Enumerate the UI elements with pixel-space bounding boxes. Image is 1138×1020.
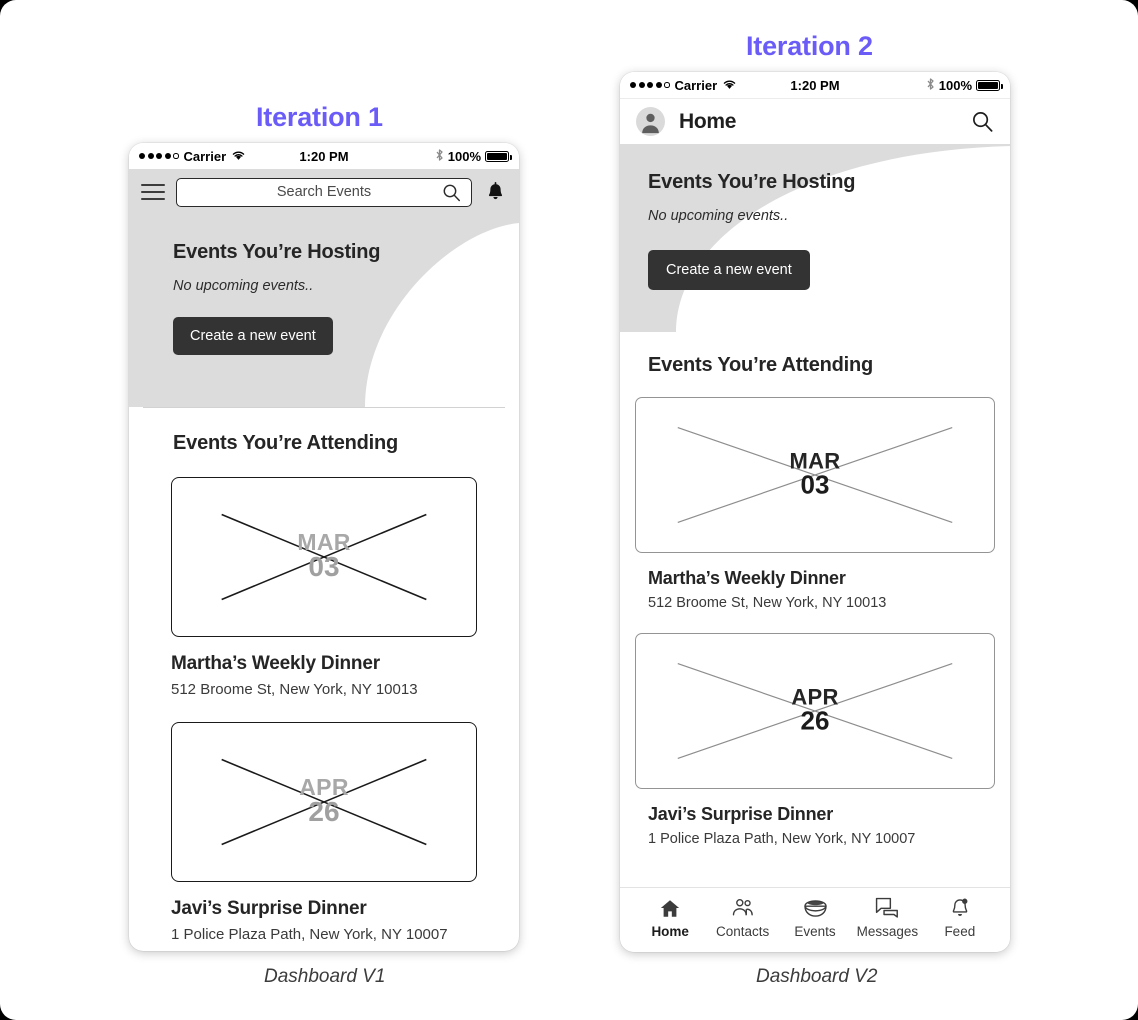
create-event-button[interactable]: Create a new event — [173, 317, 333, 355]
search-placeholder: Search Events — [276, 184, 372, 200]
wifi-icon — [722, 78, 737, 93]
hosting-empty-text: No upcoming events.. — [648, 208, 789, 224]
tab-label: Feed — [944, 924, 976, 939]
event-title: Martha’s Weekly Dinner — [171, 653, 380, 674]
event-list-item[interactable]: MAR 03 Martha’s Weekly Dinner 512 Broome… — [129, 477, 519, 698]
event-title: Javi’s Surprise Dinner — [648, 804, 834, 824]
iteration-2-title: Iteration 2 — [746, 31, 873, 61]
status-bar-left: Carrier — [630, 78, 737, 93]
phone-mockup-v2: Carrier 1:20 PM 100% Home Events You’re … — [620, 72, 1010, 952]
bottom-tab-bar: Home Contacts Events Messages Feed — [620, 887, 1010, 952]
image-placeholder-cross-icon — [221, 513, 427, 601]
tab-label: Home — [651, 924, 689, 939]
hamburger-menu-icon[interactable] — [141, 183, 165, 201]
battery-percent-label: 100% — [938, 77, 972, 93]
event-thumbnail[interactable]: MAR 03 — [635, 397, 995, 553]
hero-content-v2: Events You’re Hosting No upcoming events… — [620, 171, 1010, 290]
home-icon — [659, 897, 681, 919]
bell-ring-icon — [949, 897, 971, 919]
status-bar-right: 100% — [926, 77, 1003, 94]
tab-events[interactable]: Events — [779, 897, 851, 939]
status-bar-v1: Carrier 1:20 PM 100% — [129, 143, 519, 169]
hero-divider — [143, 407, 505, 408]
battery-icon — [485, 150, 512, 162]
attending-heading: Events You’re Attending — [173, 432, 399, 454]
tab-home[interactable]: Home — [634, 897, 706, 939]
iteration-1-title: Iteration 1 — [256, 102, 383, 132]
tab-feed[interactable]: Feed — [924, 897, 996, 939]
event-address: 1 Police Plaza Path, New York, NY 10007 — [171, 926, 448, 943]
image-placeholder-cross-icon — [221, 758, 427, 846]
phone-mockup-v1: Carrier 1:20 PM 100% Search Events Event… — [129, 143, 519, 951]
event-thumbnail[interactable]: APR 26 — [635, 633, 995, 789]
image-placeholder-cross-icon — [677, 427, 953, 523]
hosting-hero-v2: Events You’re Hosting No upcoming events… — [620, 144, 1010, 332]
bluetooth-icon — [926, 77, 935, 94]
image-placeholder-cross-icon — [677, 663, 953, 759]
event-thumbnail[interactable]: MAR 03 — [171, 477, 477, 637]
hosting-hero-v1: Events You’re Hosting No upcoming events… — [129, 215, 519, 407]
screenshot-canvas: Iteration 1 Carrier 1:20 PM 100% Search … — [0, 0, 1138, 1020]
signal-strength-icon — [630, 82, 670, 88]
notifications-bell-icon[interactable] — [483, 181, 507, 203]
battery-icon — [976, 79, 1003, 91]
tab-label: Contacts — [715, 924, 770, 939]
hosting-heading: Events You’re Hosting — [173, 241, 381, 263]
event-address: 1 Police Plaza Path, New York, NY 10007 — [648, 831, 916, 847]
attending-heading: Events You’re Attending — [648, 354, 874, 376]
hosting-heading: Events You’re Hosting — [648, 171, 856, 193]
bluetooth-icon — [435, 148, 444, 165]
page-title: Home — [679, 109, 737, 133]
status-bar-right: 100% — [435, 148, 512, 165]
create-event-button[interactable]: Create a new event — [648, 250, 810, 290]
contacts-icon — [731, 897, 755, 919]
attending-events-list-v2: MAR 03 Martha’s Weekly Dinner 512 Broome… — [620, 397, 1010, 847]
hosting-empty-text: No upcoming events.. — [173, 278, 314, 294]
user-avatar-icon[interactable] — [636, 107, 665, 136]
tab-label: Messages — [856, 924, 919, 939]
event-title: Martha’s Weekly Dinner — [648, 568, 846, 588]
attending-events-list-v1: MAR 03 Martha’s Weekly Dinner 512 Broome… — [129, 477, 519, 943]
chat-bubbles-icon — [875, 897, 899, 919]
v2-nav-bar: Home — [620, 98, 1010, 144]
battery-percent-label: 100% — [447, 148, 481, 164]
event-address: 512 Broome St, New York, NY 10013 — [648, 595, 887, 611]
status-bar-v2: Carrier 1:20 PM 100% — [620, 72, 1010, 98]
event-list-item[interactable]: APR 26 Javi’s Surprise Dinner 1 Police P… — [129, 722, 519, 943]
wifi-icon — [231, 149, 246, 164]
tab-contacts[interactable]: Contacts — [706, 897, 778, 939]
v1-top-bar: Search Events — [129, 169, 519, 215]
phone-caption-v1: Dashboard V1 — [264, 966, 386, 987]
hero-content-v1: Events You’re Hosting No upcoming events… — [129, 241, 519, 355]
status-bar-left: Carrier — [139, 149, 246, 164]
tab-label: Events — [794, 924, 836, 939]
event-list-item[interactable]: MAR 03 Martha’s Weekly Dinner 512 Broome… — [620, 397, 1010, 611]
search-input[interactable]: Search Events — [176, 177, 472, 207]
search-icon[interactable] — [971, 110, 994, 133]
tab-messages[interactable]: Messages — [851, 897, 923, 939]
event-address: 512 Broome St, New York, NY 10013 — [171, 681, 418, 698]
event-title: Javi’s Surprise Dinner — [171, 898, 367, 919]
event-thumbnail[interactable]: APR 26 — [171, 722, 477, 882]
phone-caption-v2: Dashboard V2 — [756, 966, 878, 987]
carrier-label: Carrier — [183, 148, 227, 164]
event-list-item[interactable]: APR 26 Javi’s Surprise Dinner 1 Police P… — [620, 633, 1010, 847]
magnifier-icon — [442, 183, 461, 207]
signal-strength-icon — [139, 153, 179, 159]
carrier-label: Carrier — [674, 77, 718, 93]
bowl-icon — [803, 897, 828, 919]
